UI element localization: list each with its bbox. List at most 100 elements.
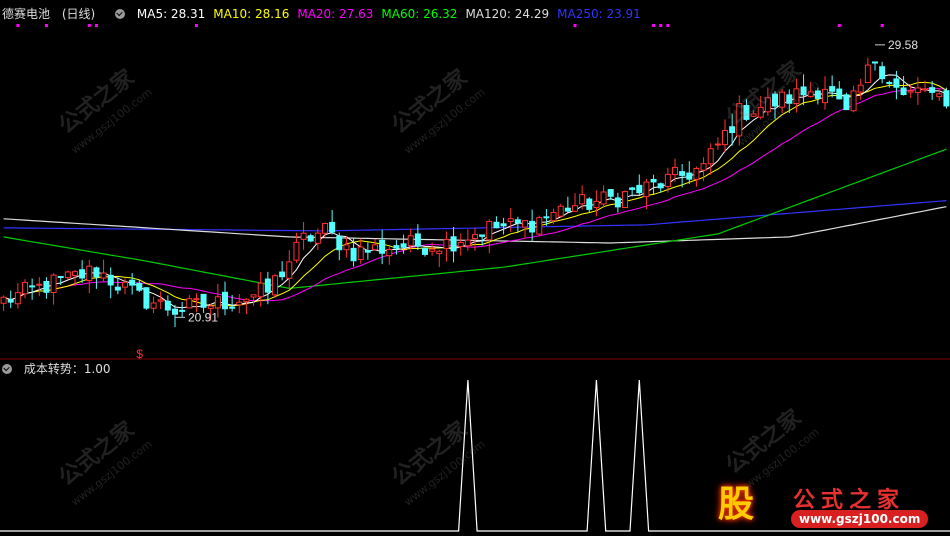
candle-down	[529, 220, 536, 233]
candle-down	[164, 300, 171, 311]
signal-mark: $	[136, 347, 143, 361]
indicator-header: 成本转势：1.00	[2, 361, 119, 377]
candle-down	[943, 90, 950, 107]
candle-up	[22, 281, 28, 295]
candle-up	[86, 265, 93, 282]
candle-down	[229, 306, 236, 309]
toggle-circle-icon[interactable]	[115, 9, 126, 19]
candle-up	[150, 302, 157, 309]
candle-up	[707, 148, 714, 165]
candle-up	[722, 130, 728, 146]
candle-up	[457, 241, 464, 248]
candle-up	[186, 298, 193, 309]
price-annotation: 29.58	[888, 38, 918, 52]
flame-logo-icon: 股	[717, 484, 754, 525]
candle-up	[272, 275, 278, 296]
candle-up	[257, 282, 264, 298]
candle-up	[314, 232, 321, 244]
ma10-line	[3, 81, 947, 307]
candle-up	[322, 223, 328, 234]
candle-down	[543, 216, 550, 219]
candle-down	[307, 235, 314, 242]
toggle-circle-icon[interactable]	[2, 364, 12, 374]
candle-up	[386, 249, 393, 257]
ma-legend-item: MA250: 23.91	[557, 7, 641, 21]
signal-marker	[573, 24, 577, 27]
stock-title: 德赛电池 (日线)	[2, 7, 96, 21]
candle-up	[664, 173, 671, 187]
candle-down	[79, 269, 86, 279]
candle-up	[236, 301, 243, 306]
candle-down	[650, 178, 657, 183]
ma60-line	[3, 148, 947, 290]
candle-down	[843, 94, 850, 111]
signal-marker	[87, 24, 91, 27]
candle-down	[886, 82, 893, 85]
ma-legend: MA5: 28.31 MA10: 28.16 MA20: 27.63 MA60: 26…	[137, 7, 649, 21]
candle-up	[536, 217, 543, 235]
candle-down	[479, 234, 486, 237]
ma-legend-item: MA5: 28.31	[136, 7, 206, 21]
candle-down	[279, 271, 286, 278]
candle-up	[300, 232, 307, 240]
candle-down	[200, 293, 207, 308]
candle-up	[157, 299, 164, 302]
candle-up	[593, 200, 600, 209]
candle-up	[522, 220, 528, 228]
candle-up	[122, 281, 128, 288]
candle-down	[379, 239, 386, 254]
signal-marker	[16, 24, 20, 27]
candle-up	[864, 64, 871, 84]
candle-up	[486, 220, 493, 241]
candle-down	[564, 207, 571, 212]
candle-down	[93, 267, 100, 278]
signal-marker	[44, 24, 48, 27]
candle-up	[36, 283, 43, 286]
candle-down	[900, 87, 907, 96]
candle-up	[464, 239, 471, 247]
candle-up	[14, 292, 21, 305]
signal-marker	[666, 24, 670, 27]
candle-down	[929, 87, 936, 93]
signal-marker	[659, 24, 663, 27]
candle-down	[57, 275, 64, 278]
signal-marker	[880, 24, 884, 27]
candle-down	[400, 243, 407, 248]
candle-down	[329, 221, 336, 233]
candle-down	[657, 183, 664, 189]
candle-down	[414, 233, 421, 247]
ma-legend-item: MA60: 26.32	[381, 7, 458, 21]
candle-down	[336, 235, 343, 251]
candle-down	[143, 287, 150, 309]
candle-up	[407, 235, 414, 247]
candle-down	[829, 86, 836, 92]
candle-up	[429, 248, 436, 252]
candle-down	[872, 61, 878, 64]
candle-down	[43, 281, 50, 293]
signal-marker	[652, 24, 656, 27]
signal-marker	[94, 24, 98, 27]
candle-down	[350, 247, 357, 262]
candle-down	[686, 172, 693, 180]
candle-up	[850, 90, 857, 112]
candle-down	[629, 187, 636, 190]
candle-down	[500, 223, 507, 227]
candle-down	[264, 278, 271, 293]
candle-up	[907, 90, 914, 93]
indicator-title: 成本转势：1.00	[23, 362, 111, 376]
candle-up	[193, 298, 200, 301]
candle-down	[450, 236, 457, 252]
candle-up	[693, 167, 700, 180]
candle-up	[579, 194, 586, 205]
logo-url: www.gszj100.com	[791, 510, 929, 528]
candle-up	[214, 296, 221, 309]
candle-up	[250, 294, 257, 298]
candle-down	[107, 274, 114, 286]
candle-up	[64, 271, 71, 279]
site-logo: 股 公式之家 www.gszj100.com	[705, 480, 945, 532]
candle-up	[207, 305, 214, 309]
candle-up	[922, 88, 928, 91]
candle-down	[636, 184, 643, 194]
candle-up	[100, 272, 107, 279]
ma-legend-item: MA10: 28.16	[213, 7, 290, 21]
